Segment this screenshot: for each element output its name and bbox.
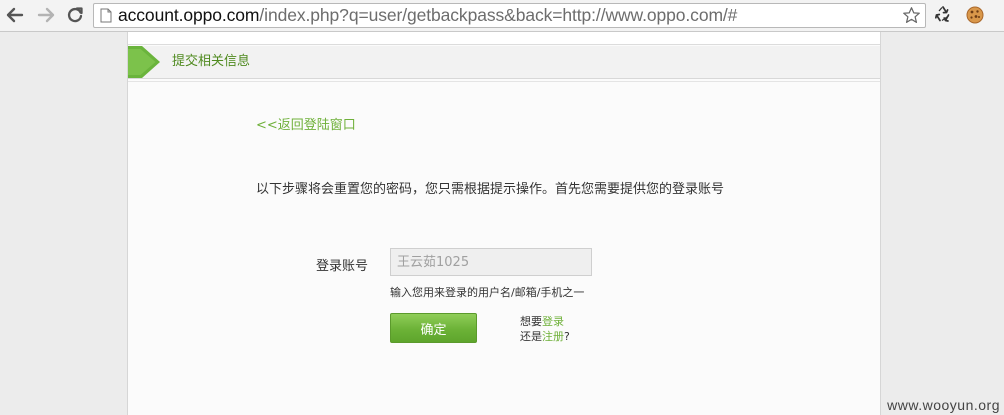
watermark: www.wooyun.org: [887, 397, 1000, 413]
back-arrow-icon[interactable]: [4, 4, 26, 26]
back-to-login-link[interactable]: <<返回登陆窗口: [256, 114, 356, 133]
section-title: 提交相关信息: [172, 54, 251, 69]
account-hint: 输入您用来登录的用户名/邮箱/手机之一: [390, 286, 585, 299]
login-prompt-text: 想要: [520, 315, 542, 328]
forward-arrow-icon[interactable]: [35, 4, 57, 26]
question-mark: ?: [564, 330, 570, 343]
address-bar[interactable]: account.oppo.com/index.php?q=user/getbac…: [93, 3, 926, 28]
page-icon: [100, 8, 112, 27]
bookmark-star-icon[interactable]: [902, 6, 921, 29]
recycle-extension-icon[interactable]: [934, 5, 952, 27]
page-top-band: [128, 32, 880, 44]
reload-icon[interactable]: [64, 4, 86, 26]
register-prompt: 还是注册?: [520, 328, 570, 344]
login-link[interactable]: 登录: [542, 315, 564, 328]
divider: [128, 81, 880, 82]
section-arrow-icon: [128, 46, 160, 78]
url-host: account.oppo.com: [118, 5, 260, 25]
account-input[interactable]: [390, 248, 592, 276]
account-label: 登录账号: [316, 259, 369, 274]
confirm-button[interactable]: 确定: [390, 313, 477, 343]
section-header: 提交相关信息: [128, 46, 880, 79]
login-prompt: 想要登录: [520, 313, 564, 329]
browser-toolbar: account.oppo.com/index.php?q=user/getbac…: [0, 0, 1004, 32]
cookie-extension-icon[interactable]: [965, 5, 985, 29]
register-prompt-text: 还是: [520, 330, 542, 343]
page-container: 提交相关信息 <<返回登陆窗口 以下步骤将会重置您的密码，您只需根据提示操作。首…: [127, 32, 881, 415]
url-path: /index.php?q=user/getbackpass&back=http:…: [259, 5, 738, 25]
register-link[interactable]: 注册: [542, 330, 564, 343]
divider: [128, 44, 880, 45]
instruction-text: 以下步骤将会重置您的密码，您只需根据提示操作。首先您需要提供您的登录账号: [256, 182, 725, 197]
url-text: account.oppo.com/index.php?q=user/getbac…: [118, 4, 737, 27]
